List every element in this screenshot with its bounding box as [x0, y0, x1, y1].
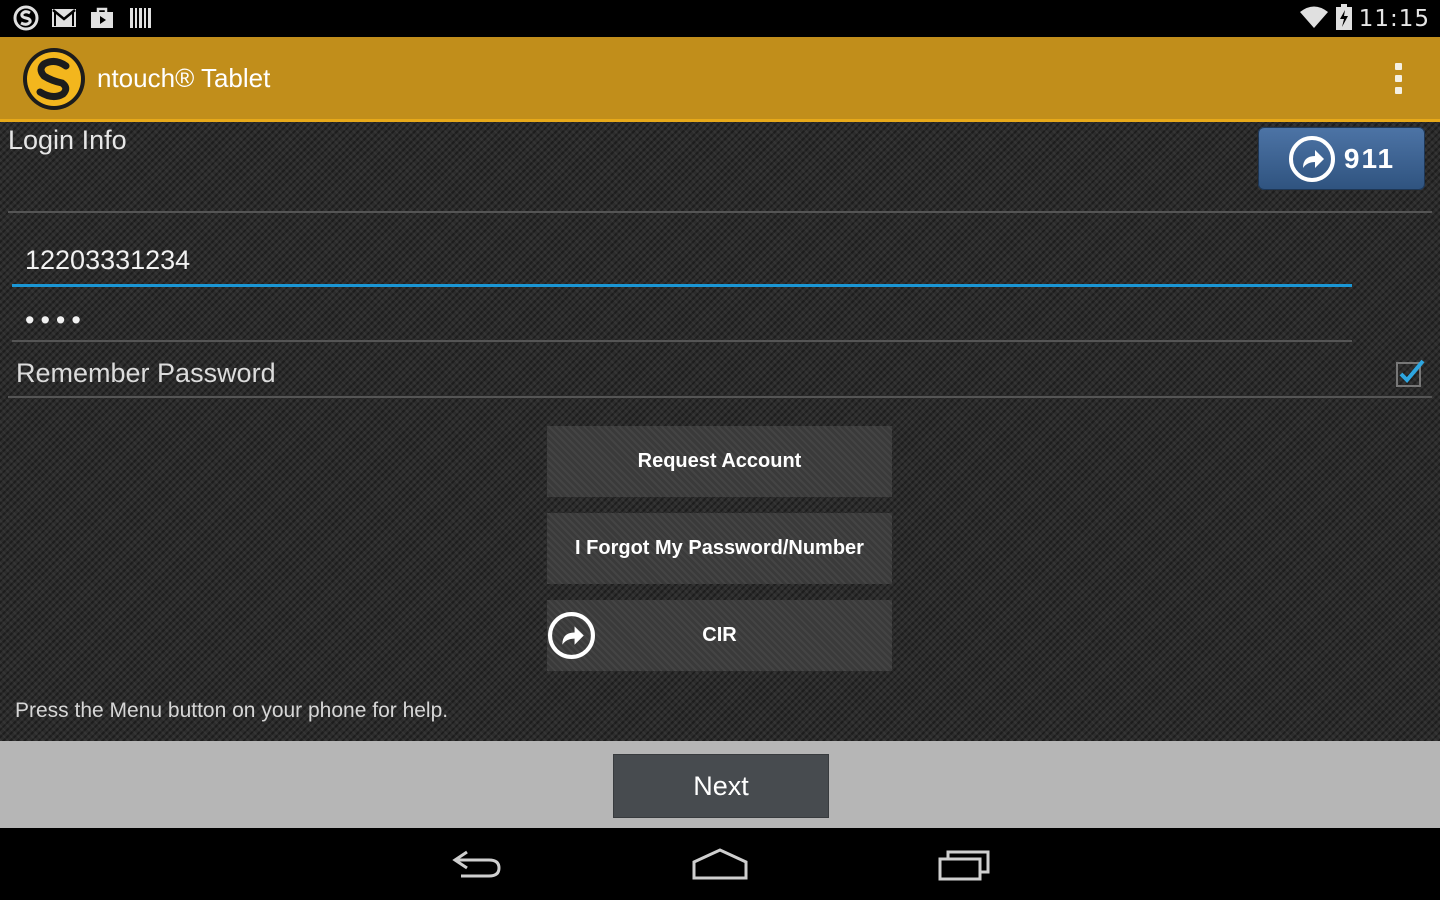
call-forward-icon	[1288, 135, 1335, 182]
overflow-menu-icon[interactable]	[1392, 63, 1404, 97]
barcode-icon	[126, 5, 154, 31]
wifi-icon	[1299, 4, 1329, 34]
call-forward-icon	[548, 612, 595, 659]
password-field[interactable]	[12, 300, 1365, 342]
cir-label: CIR	[702, 624, 737, 646]
section-divider	[8, 211, 1432, 213]
skype-icon	[12, 5, 40, 31]
request-account-button[interactable]: Request Account	[547, 426, 892, 497]
options-divider	[8, 396, 1432, 398]
home-icon[interactable]	[690, 846, 750, 882]
battery-charging-icon	[1335, 3, 1353, 35]
cir-button[interactable]: CIR	[547, 600, 892, 671]
system-icons: 11:15	[1299, 3, 1430, 35]
password-input[interactable]	[12, 300, 1365, 340]
login-content: Login Info 911 Remember Password Request…	[0, 122, 1440, 741]
back-icon[interactable]	[447, 846, 507, 882]
navigation-bar	[0, 828, 1440, 900]
remember-password-label: Remember Password	[16, 358, 276, 388]
app-title: ntouch® Tablet	[97, 63, 271, 93]
notification-icons	[12, 5, 154, 31]
emergency-911-label: 911	[1343, 142, 1396, 174]
gmail-icon	[50, 5, 78, 31]
bottom-bar: Next	[0, 741, 1440, 828]
phone-number-input[interactable]	[12, 240, 1365, 280]
remember-password-checkbox[interactable]	[1396, 358, 1425, 387]
section-title: Login Info	[8, 125, 127, 155]
help-text: Press the Menu button on your phone for …	[15, 699, 449, 722]
emergency-911-button[interactable]: 911	[1258, 127, 1425, 190]
recents-icon[interactable]	[935, 846, 995, 882]
action-bar: ntouch® Tablet	[0, 37, 1440, 122]
status-bar: 11:15	[0, 0, 1440, 37]
store-bag-icon	[88, 5, 116, 31]
forgot-password-button[interactable]: I Forgot My Password/Number	[547, 513, 892, 584]
app-logo-icon[interactable]	[22, 47, 86, 111]
phone-number-field[interactable]	[12, 240, 1365, 287]
clock: 11:15	[1358, 6, 1430, 32]
next-button[interactable]: Next	[613, 754, 829, 818]
